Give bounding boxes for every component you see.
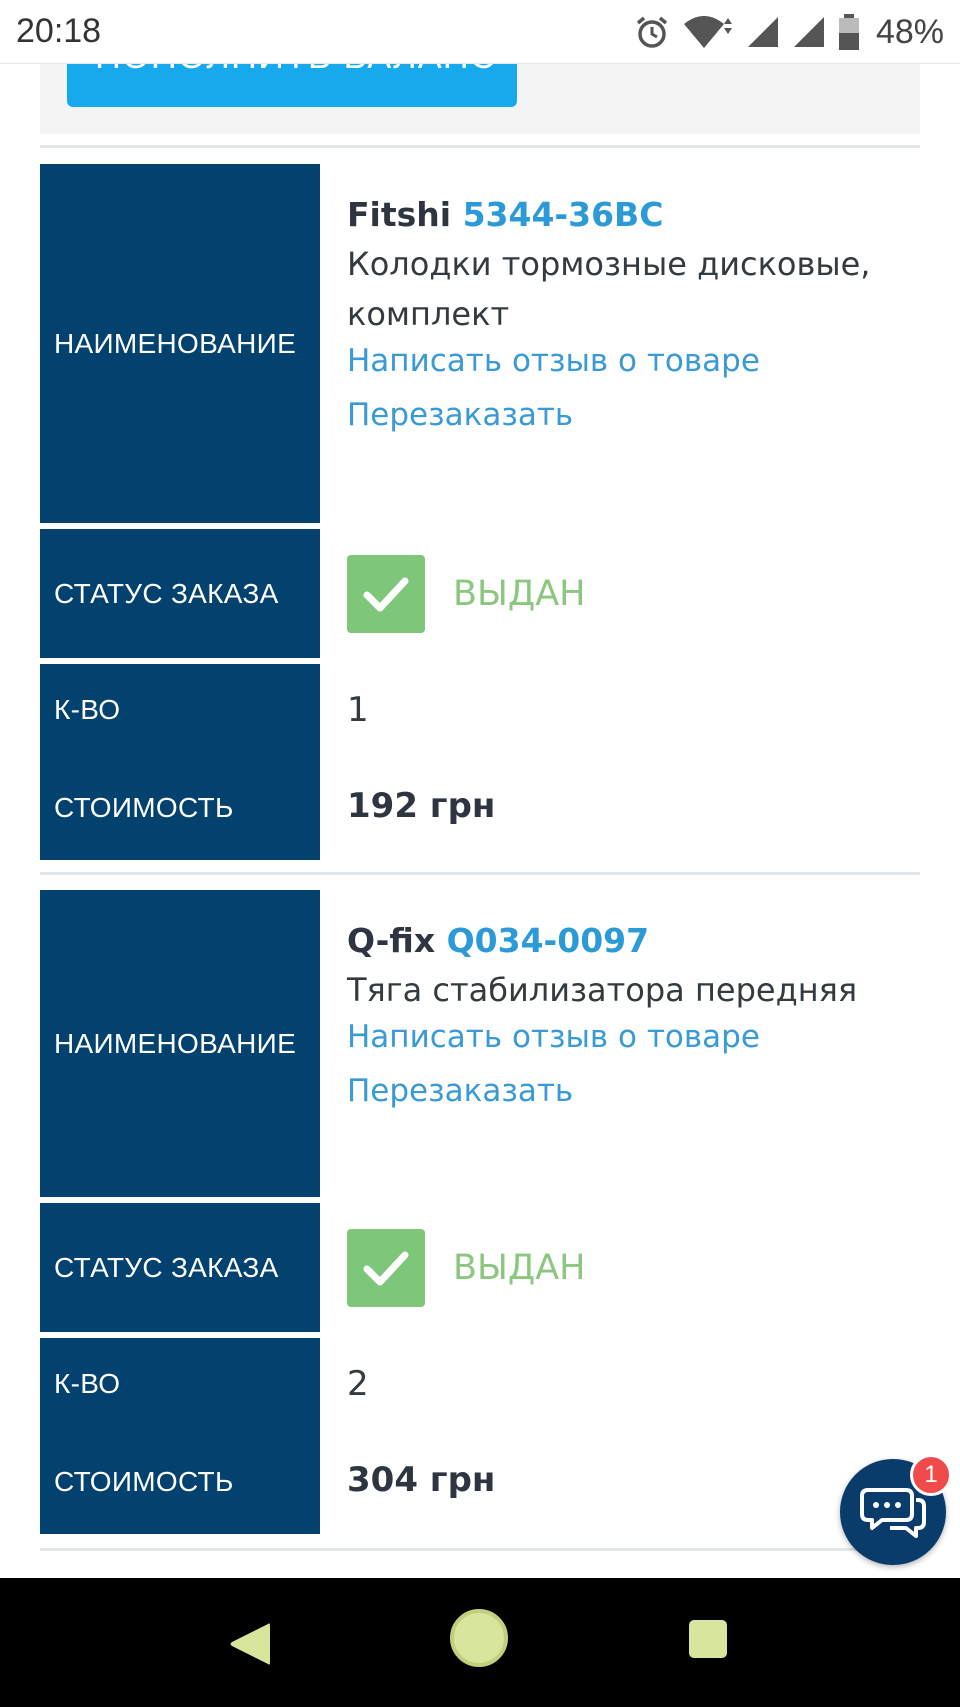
product-title: Q-fix Q034-0097 <box>347 918 920 964</box>
product-brand: Q-fix <box>347 921 436 960</box>
write-review-link[interactable]: Написать отзыв о товаре <box>347 1010 920 1064</box>
qty-cost-label-block: К-ВО СТОИМОСТЬ <box>40 1338 320 1534</box>
qty-value: 1 <box>347 690 369 730</box>
divider <box>40 145 920 148</box>
order-qty-cost-row: К-ВО СТОИМОСТЬ 2 304 грн <box>40 1338 920 1534</box>
order-status-row: СТАТУС ЗАКАЗА ВЫДАН <box>40 1203 920 1332</box>
qty-value: 2 <box>347 1364 369 1404</box>
check-icon <box>347 554 425 633</box>
qty-label: К-ВО <box>54 694 121 725</box>
status-value: ВЫДАН <box>347 1203 920 1332</box>
product-info: Q-fix Q034-0097 Тяга стабилизатора перед… <box>347 918 920 1118</box>
status-label: СТАТУС ЗАКАЗА <box>40 1203 320 1332</box>
qty-value-wrap: 1 <box>347 690 920 730</box>
qty-cost-label-block: К-ВО СТОИМОСТЬ <box>40 664 320 860</box>
write-review-link[interactable]: Написать отзыв о товаре <box>347 334 920 388</box>
status-value: ВЫДАН <box>347 529 920 658</box>
order-name-row: НАИМЕНОВАНИЕ Fitshi 5344-36BC Колодки то… <box>40 164 920 523</box>
reorder-link[interactable]: Перезаказать <box>347 1064 920 1118</box>
status-text: ВЫДАН <box>453 1247 586 1288</box>
qty-label: К-ВО <box>54 1368 121 1399</box>
status-wrap: ВЫДАН <box>347 1203 920 1332</box>
alarm-icon <box>636 16 668 48</box>
price-value: 304 грн <box>347 1460 496 1500</box>
product-description: Колодки тормозные дисковые, <box>347 245 871 283</box>
name-label: НАИМЕНОВАНИЕ <box>40 890 320 1197</box>
order-qty-cost-row: К-ВО СТОИМОСТЬ 1 192 грн <box>40 664 920 860</box>
status-label: СТАТУС ЗАКАЗА <box>40 529 320 658</box>
signal-icon <box>747 17 778 47</box>
status-wrap: ВЫДАН <box>347 529 920 658</box>
signal-icon <box>793 17 824 47</box>
status-text: ВЫДАН <box>453 573 586 614</box>
status-icons: 48% <box>634 10 944 54</box>
product-description: Тяга стабилизатора передняя <box>347 971 858 1009</box>
system-nav-bar <box>0 1578 960 1707</box>
divider <box>40 1548 920 1551</box>
product-description-cont: комплект <box>347 295 510 333</box>
back-icon[interactable] <box>226 1620 272 1668</box>
cost-label: СТОИМОСТЬ <box>54 1466 234 1497</box>
battery-icon <box>838 14 859 50</box>
home-icon[interactable] <box>450 1609 508 1667</box>
product-brand: Fitshi <box>347 195 452 234</box>
check-icon <box>347 1228 425 1307</box>
status-bar: 20:18 48% <box>0 0 960 64</box>
recents-icon[interactable] <box>689 1620 727 1658</box>
price-value-wrap: 304 грн <box>347 1460 920 1500</box>
name-label: НАИМЕНОВАНИЕ <box>40 164 320 523</box>
product-code-link[interactable]: Q034-0097 <box>447 921 649 960</box>
qty-value-wrap: 2 <box>347 1364 920 1404</box>
product-code-link[interactable]: 5344-36BC <box>463 195 664 234</box>
price-value-wrap: 192 грн <box>347 786 920 826</box>
product-info: Fitshi 5344-36BC Колодки тормозные диско… <box>347 192 920 442</box>
price-value: 192 грн <box>347 786 496 826</box>
wifi-icon <box>683 16 732 48</box>
divider <box>40 872 920 875</box>
order-status-row: СТАТУС ЗАКАЗА ВЫДАН <box>40 529 920 658</box>
status-time: 20:18 <box>16 12 102 50</box>
chat-unread-badge: 1 <box>910 1454 952 1496</box>
product-title: Fitshi 5344-36BC <box>347 192 920 238</box>
reorder-link[interactable]: Перезаказать <box>347 388 920 442</box>
battery-percent: 48% <box>875 12 944 51</box>
chat-icon <box>860 1488 926 1538</box>
order-name-row: НАИМЕНОВАНИЕ Q-fix Q034-0097 Тяга стабил… <box>40 890 920 1197</box>
cost-label: СТОИМОСТЬ <box>54 792 234 823</box>
